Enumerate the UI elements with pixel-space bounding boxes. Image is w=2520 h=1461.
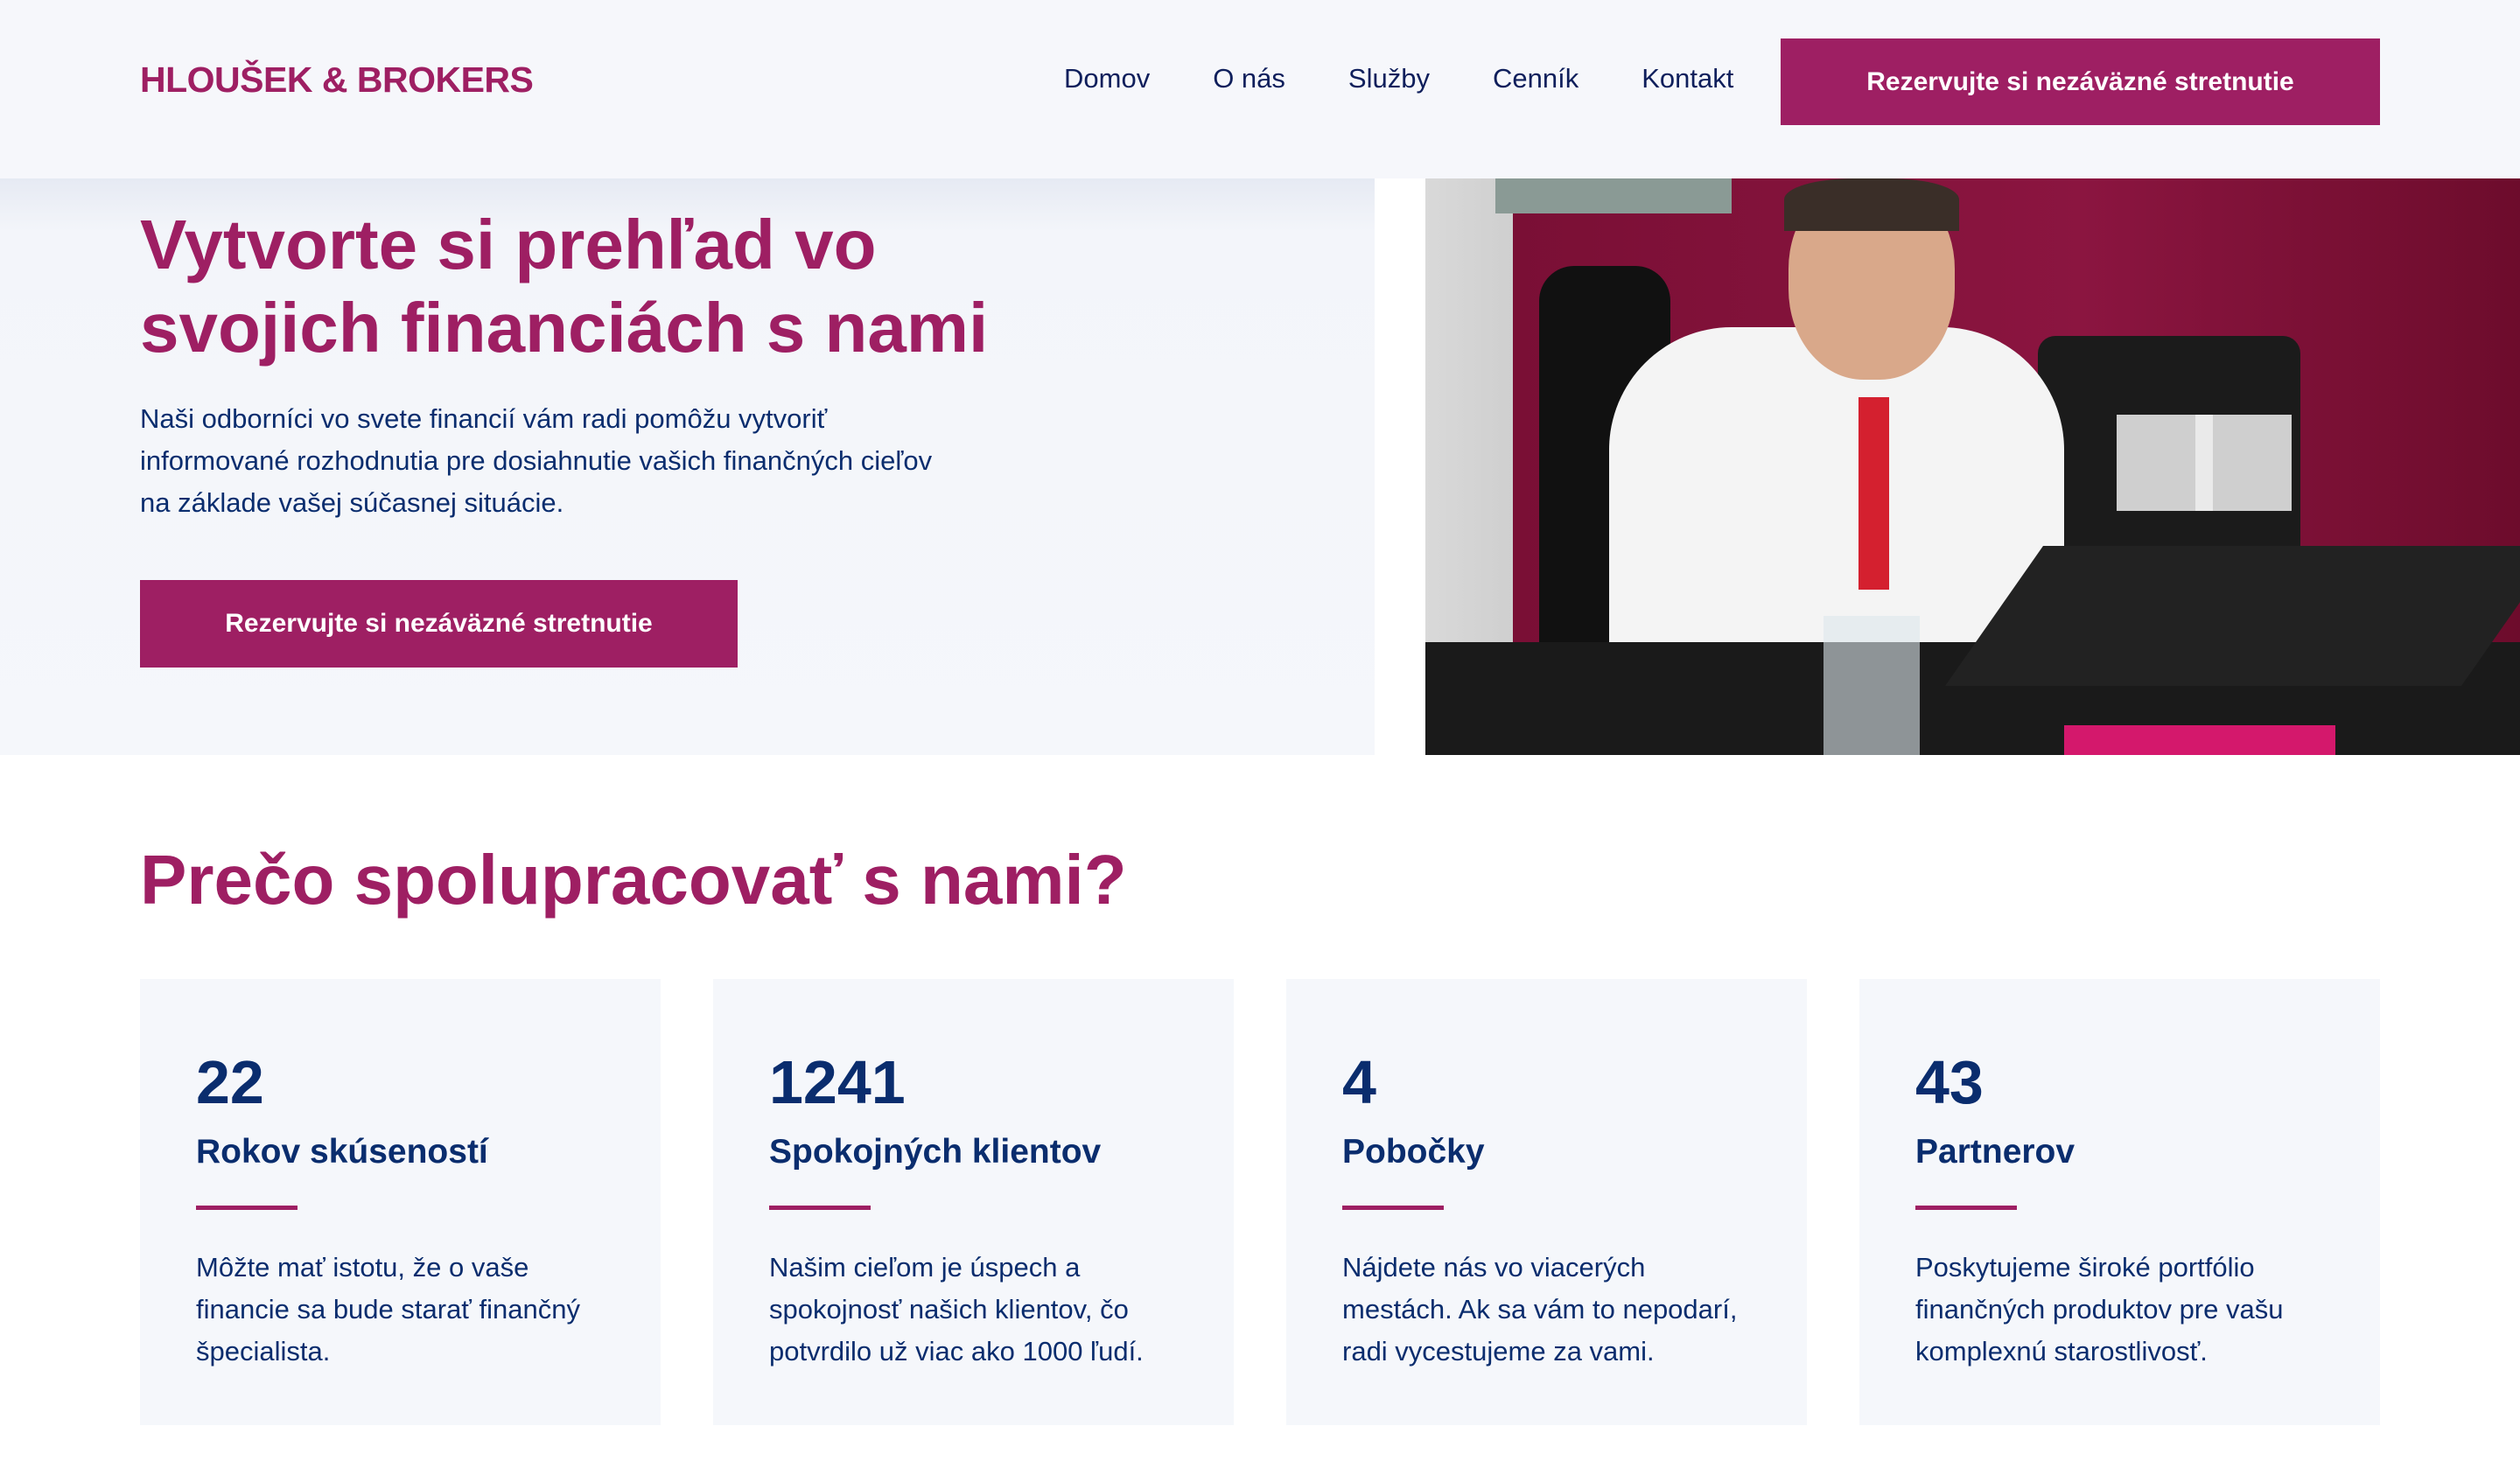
hero-booking-button[interactable]: Rezervujte si nezáväzné stretnutie [140, 580, 738, 668]
site-header: HLOUŠEK & BROKERS Domov O nás Služby Cen… [0, 0, 2520, 178]
stat-text: Môžte mať istotu, že o vaše financie sa … [196, 1252, 581, 1367]
stat-card: 22 Rokov skúseností Môžte mať istotu, že… [140, 979, 661, 1425]
stat-number: 43 [1915, 1048, 1984, 1116]
stat-title: Pobočky [1342, 1133, 1485, 1171]
stat-title: Partnerov [1915, 1133, 2076, 1171]
hero-title: Vytvorte si prehľad vo svojich financiác… [140, 206, 989, 367]
nav-o-nas[interactable]: O nás [1213, 63, 1285, 94]
stat-number: 22 [196, 1048, 264, 1116]
why-title: Prečo spolupracovať s nami? [140, 841, 1127, 919]
nav-kontakt[interactable]: Kontakt [1642, 63, 1733, 94]
stat-card: 4 Pobočky Nájdete nás vo viacerých mestá… [1286, 979, 1807, 1425]
hero-photo [1425, 178, 2520, 755]
stats-cards: 22 Rokov skúseností Môžte mať istotu, že… [140, 979, 2380, 1425]
logo[interactable]: HLOUŠEK & BROKERS [140, 59, 534, 101]
divider [196, 1206, 298, 1210]
divider [769, 1206, 871, 1210]
stat-number: 1241 [769, 1048, 906, 1116]
nav-cennik[interactable]: Cenník [1493, 63, 1578, 94]
stat-title: Spokojných klientov [769, 1133, 1102, 1171]
stat-card: 1241 Spokojných klientov Našim cieľom je… [713, 979, 1234, 1425]
divider [1342, 1206, 1444, 1210]
stat-text: Našim cieľom je úspech a spokojnosť naši… [769, 1252, 1144, 1367]
hero-text: Naši odborníci vo svete financií vám rad… [140, 403, 933, 518]
stat-text: Poskytujeme široké portfólio finančných … [1915, 1252, 2284, 1367]
nav-sluzby[interactable]: Služby [1348, 63, 1430, 94]
stat-text: Nájdete nás vo viacerých mestách. Ak sa … [1342, 1252, 1738, 1367]
stat-number: 4 [1342, 1048, 1376, 1116]
main-nav: Domov O nás Služby Cenník Kontakt [1064, 63, 1796, 94]
stat-title: Rokov skúseností [196, 1133, 488, 1171]
stat-card: 43 Partnerov Poskytujeme široké portfóli… [1859, 979, 2380, 1425]
header-booking-button[interactable]: Rezervujte si nezáväzné stretnutie [1781, 38, 2380, 125]
divider [1915, 1206, 2017, 1210]
nav-domov[interactable]: Domov [1064, 63, 1150, 94]
